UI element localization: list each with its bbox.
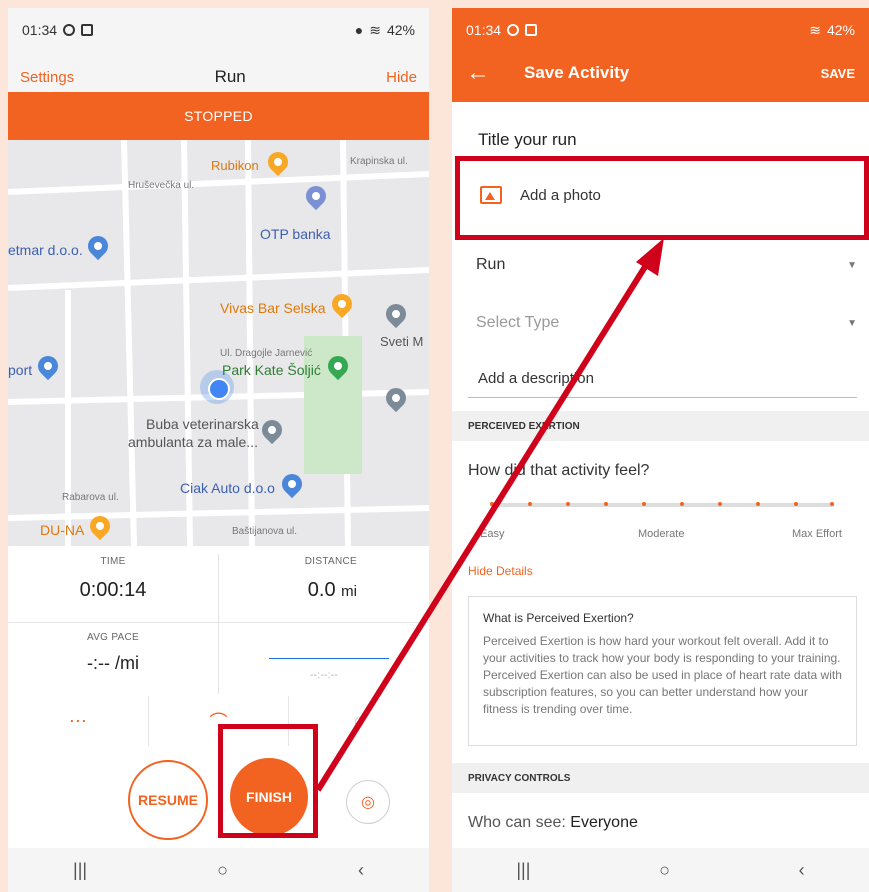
slider-label-easy: Easy [480,528,505,540]
back-arrow-icon[interactable]: ← [466,59,490,87]
visibility-label: Who can see: [468,814,566,831]
back-icon[interactable]: ‹ [799,860,805,881]
exertion-slider[interactable] [490,502,834,507]
settings-link[interactable]: Settings [20,69,74,86]
slider-tick[interactable] [528,502,532,506]
extra-value: --:--:-- [310,670,338,681]
info-heading: What is Perceived Exertion? [483,611,634,625]
slider-tick[interactable] [794,502,798,506]
home-icon[interactable]: ○ [659,860,670,881]
dropdown-icon: ▼ [847,259,857,271]
map-label: DU-NA [40,522,85,538]
visibility-setting[interactable]: Who can see: Everyone [468,814,638,832]
privacy-header: PRIVACY CONTROLS [452,763,869,793]
activity-type-select[interactable]: Run ▼ [476,256,857,274]
distance-label: DISTANCE [304,556,357,567]
back-icon[interactable]: ‹ [358,860,364,881]
workout-type-placeholder: Select Type [476,314,560,331]
workout-type-select[interactable]: Select Type ▼ [476,314,857,332]
slider-tick[interactable] [756,502,760,506]
slider-tick[interactable] [718,502,722,506]
slider-tick[interactable] [566,502,570,506]
system-nav: ||| ○ ‹ [452,848,869,892]
time-stat: TIME 0:00:14 [8,556,218,602]
route-icon[interactable]: ⋯ [8,696,149,746]
map-label: Rabarova ul. [62,492,119,503]
extra-stat: --:--:-- [219,658,429,681]
activity-type-value: Run [476,256,506,273]
notification-icon [507,24,520,36]
description-field[interactable]: Add a description [468,370,857,398]
slider-label-max: Max Effort [792,528,842,540]
visibility-value: Everyone [570,814,638,831]
slider-label-moderate: Moderate [638,528,685,540]
map-label: Rubikon [211,158,259,173]
pace-stat: AVG PACE -:-- /mi [8,632,218,674]
wifi-icon: ≋ [809,21,821,38]
battery-level: 42% [826,22,855,38]
map-label: Vivas Bar Selska [220,300,326,316]
map-label: Ul. Dragojle Jarnević [220,348,313,359]
gallery-icon [81,24,94,36]
map-label: Krapinska ul. [350,156,408,167]
map-label: Baštijanova ul. [232,526,298,537]
slider-tick[interactable] [830,502,834,506]
page-title: Run [214,67,246,86]
finish-highlight-box [218,724,318,838]
time-value: 0:00:14 [79,579,147,601]
route-map[interactable]: Rubikon Krapinska ul. Hruševečka ul. OTP… [8,140,429,546]
current-location-icon [200,370,234,404]
time-label: TIME [100,556,126,567]
slider-tick[interactable] [642,502,646,506]
status-banner: STOPPED [8,92,429,140]
save-activity-screen: 01:34 ≋ 42% ← Save Activity SAVE Title yo… [452,8,869,892]
title-field[interactable]: Title your run [478,130,577,150]
toolbar-title: Save Activity [524,63,630,82]
home-icon[interactable]: ○ [217,860,228,881]
status-time: 01:34 [22,22,58,38]
photo-highlight-box [455,156,869,240]
map-pin-button[interactable]: ◎ [346,780,390,824]
slider-tick[interactable] [604,502,608,506]
stats-panel: TIME 0:00:14 DISTANCE 0.0 mi AVG PACE -:… [8,546,429,698]
perceived-exertion-header: PERCEIVED EXERTION [452,411,869,441]
distance-value: 0.0 [307,579,336,601]
map-label: port [8,362,33,378]
pace-label: AVG PACE [86,632,140,643]
slider-tick[interactable] [680,502,684,506]
battery-level: 42% [386,22,415,38]
feel-question: How did that activity feel? [468,462,650,479]
map-label: Sveti M [380,334,424,349]
map-label: OTP banka [260,226,331,242]
map-label: Buba veterinarska [146,416,259,432]
gallery-icon [525,24,538,36]
map-label: Park Kate Šoljić [222,362,321,378]
toolbar: ← Save Activity SAVE [452,44,869,102]
save-button[interactable]: SAVE [821,66,855,81]
status-time: 01:34 [466,22,502,38]
location-icon: ● [354,22,364,38]
status-bar: 01:34 ● ≋ 42% [8,8,429,52]
divider [8,622,429,623]
pace-value: -:-- /mi [87,653,139,673]
slider-tick[interactable] [490,502,494,506]
info-body: Perceived Exertion is how hard your work… [483,634,842,716]
wifi-icon: ≋ [369,21,381,38]
distance-stat: DISTANCE 0.0 mi [219,556,429,602]
info-box: What is Perceived Exertion? Perceived Ex… [468,596,857,746]
map-label: etmar d.o.o. [8,242,83,258]
recents-icon[interactable]: ||| [516,860,530,881]
distance-unit: mi [341,583,357,600]
resume-button[interactable]: RESUME [128,760,208,840]
map-label: Ciak Auto d.o.o [180,480,275,496]
recents-icon[interactable]: ||| [73,860,87,881]
map-label: ambulanta za male... [128,434,258,450]
dropdown-icon: ▼ [847,317,857,329]
hide-link[interactable]: Hide [386,69,417,86]
hide-details-link[interactable]: Hide Details [468,564,533,578]
system-nav: ||| ○ ‹ [8,848,429,892]
notification-icon [63,24,76,36]
map-label: Hruševečka ul. [128,180,195,191]
